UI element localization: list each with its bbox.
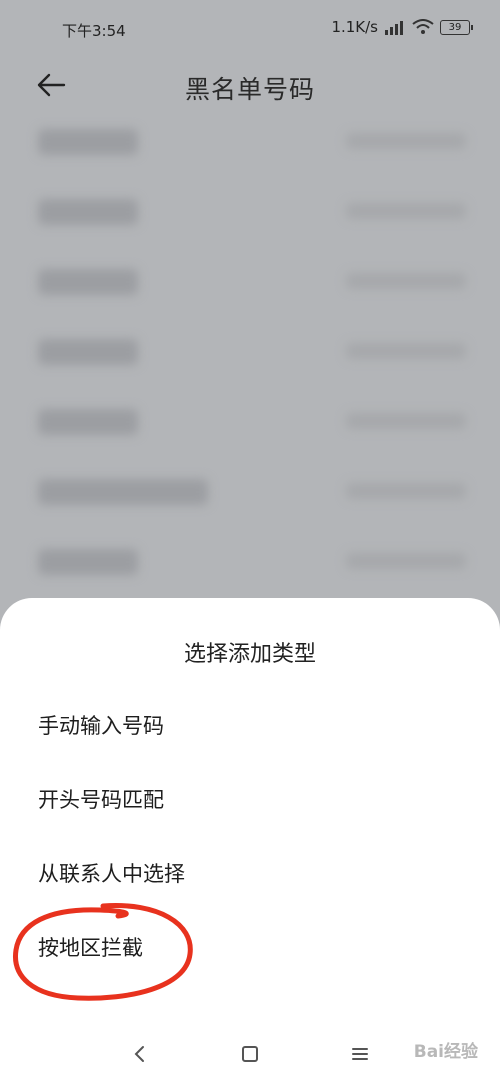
sheet-title: 选择添加类型: [183, 642, 316, 667]
list-item: [0, 395, 500, 465]
blurred-blacklist: [0, 115, 500, 605]
signal-icon: [385, 21, 403, 35]
option-block-by-region[interactable]: 按地区拦截: [38, 926, 458, 970]
status-indicators: 1.1K/s 39: [331, 18, 473, 36]
page-title: 黑名单号码: [184, 75, 315, 104]
option-prefix-match[interactable]: 开头号码匹配: [38, 778, 458, 822]
list-item: [0, 465, 500, 535]
add-type-sheet: 选择添加类型 手动输入号码 开头号码匹配 从联系人中选择 按地区拦截 Bai经验: [0, 598, 500, 1084]
navigation-bar: Bai经验: [0, 1024, 500, 1084]
network-speed: 1.1K/s: [331, 18, 378, 36]
option-from-contacts[interactable]: 从联系人中选择: [38, 852, 458, 896]
list-item: [0, 115, 500, 185]
battery-icon: 39: [440, 19, 473, 35]
list-item: [0, 185, 500, 255]
nav-menu-icon[interactable]: [346, 1040, 374, 1068]
nav-back-icon[interactable]: [126, 1040, 154, 1068]
app-header: 黑名单号码: [0, 60, 500, 110]
status-time: 下午3:54: [62, 22, 126, 40]
watermark: Bai经验: [413, 1042, 478, 1062]
status-bar: 下午3:54 1.1K/s 39: [0, 0, 500, 60]
nav-home-icon[interactable]: [236, 1040, 264, 1068]
wifi-icon: [412, 19, 434, 34]
list-item: [0, 325, 500, 395]
list-item: [0, 535, 500, 605]
list-item: [0, 255, 500, 325]
option-manual-input[interactable]: 手动输入号码: [38, 704, 458, 748]
